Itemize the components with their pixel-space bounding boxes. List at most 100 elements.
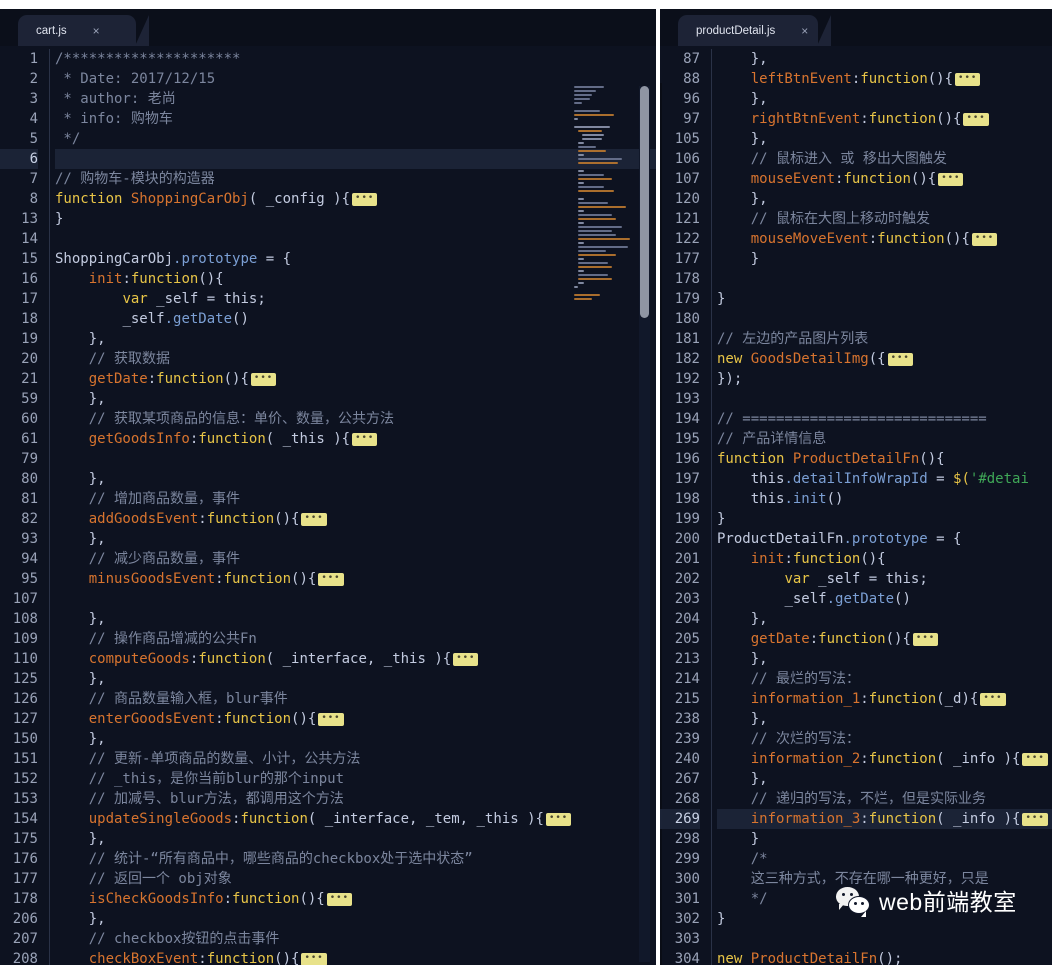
code-line[interactable]: }, — [55, 909, 656, 929]
code-line[interactable]: // 获取数据 — [55, 349, 656, 369]
code-line[interactable]: // 商品数量输入框，blur事件 — [55, 689, 656, 709]
code-line[interactable]: * Date: 2017/12/15 — [55, 69, 656, 89]
left-fold-rail[interactable] — [43, 49, 55, 965]
right-code-editor[interactable]: 87 88 96 97 105 106 107 120 121 122 177 178 179 180 18… — [660, 46, 1052, 965]
code-line[interactable]: var _self = this; — [55, 289, 656, 309]
code-line[interactable]: addGoodsEvent:function(){••• — [55, 509, 656, 529]
code-line[interactable]: } — [717, 509, 1052, 529]
code-fold-marker[interactable]: ••• — [887, 352, 913, 366]
code-line[interactable]: getDate:function(){••• — [55, 369, 656, 389]
code-line[interactable]: }, — [717, 129, 1052, 149]
code-line[interactable]: } — [55, 209, 656, 229]
code-line[interactable]: mouseEvent:function(){••• — [717, 169, 1052, 189]
code-fold-marker[interactable]: ••• — [912, 632, 939, 646]
code-line[interactable]: }, — [717, 49, 1052, 69]
code-fold-marker[interactable]: ••• — [352, 432, 378, 446]
code-minimap[interactable] — [572, 86, 634, 466]
code-fold-marker[interactable]: ••• — [301, 512, 327, 526]
code-fold-marker[interactable]: ••• — [326, 892, 353, 906]
code-line[interactable]: getDate:function(){••• — [717, 629, 1052, 649]
code-fold-marker[interactable]: ••• — [955, 72, 981, 86]
code-line[interactable]: // 递归的写法，不烂，但是实际业务 — [717, 789, 1052, 809]
code-line[interactable]: _self.getDate() — [717, 589, 1052, 609]
code-line[interactable]: // 次烂的写法： — [717, 729, 1052, 749]
code-line[interactable]: ProductDetailFn.prototype = { — [717, 529, 1052, 549]
code-line[interactable]: updateSingleGoods:function( _interface, … — [55, 809, 656, 829]
code-line[interactable]: ShoppingCarObj.prototype = { — [55, 249, 656, 269]
code-line[interactable]: mouseMoveEvent:function(){••• — [717, 229, 1052, 249]
tab-cart-js[interactable]: cart.js × — [18, 15, 149, 46]
code-line[interactable]: }, — [55, 389, 656, 409]
code-line[interactable]: // 增加商品数量，事件 — [55, 489, 656, 509]
code-line[interactable]: }, — [717, 189, 1052, 209]
code-line[interactable]: } — [717, 249, 1052, 269]
code-fold-marker[interactable]: ••• — [545, 812, 572, 826]
code-line[interactable]: init:function(){ — [55, 269, 656, 289]
code-line[interactable]: // 最烂的写法： — [717, 669, 1052, 689]
code-line[interactable]: }, — [55, 669, 656, 689]
code-line[interactable]: new GoodsDetailImg({••• — [717, 349, 1052, 369]
left-scrollbar-track[interactable] — [639, 86, 650, 962]
tab-productdetail-js[interactable]: productDetail.js × — [678, 15, 832, 46]
code-line[interactable]: this.detailInfoWrapId = $('#detai — [717, 469, 1052, 489]
code-line[interactable]: }, — [717, 649, 1052, 669]
code-line[interactable]: function ProductDetailFn(){ — [717, 449, 1052, 469]
code-line[interactable] — [717, 389, 1052, 409]
code-fold-marker[interactable]: ••• — [938, 172, 964, 186]
code-line[interactable]: // 更新-单项商品的数量、小计，公共方法 — [55, 749, 656, 769]
code-line[interactable] — [717, 269, 1052, 289]
code-fold-marker[interactable]: ••• — [318, 712, 344, 726]
code-line[interactable]: computeGoods:function( _interface, _this… — [55, 649, 656, 669]
code-line[interactable]: checkBoxEvent:function(){••• — [55, 949, 656, 965]
code-line[interactable]: * info: 购物车 — [55, 109, 656, 129]
code-fold-marker[interactable]: ••• — [971, 232, 998, 246]
code-line[interactable]: }, — [55, 729, 656, 749]
code-line[interactable]: /********************* — [55, 49, 656, 69]
left-code-editor[interactable]: 1 2 3 4 5 6 7 8 13 14 15 16 17 18 19 20 21 59 60 61 79 80 81 82… — [0, 46, 656, 965]
code-line[interactable] — [55, 149, 656, 169]
code-line[interactable]: // 统计-“所有商品中，哪些商品的checkbox处于选中状态” — [55, 849, 656, 869]
code-line[interactable]: var _self = this; — [717, 569, 1052, 589]
code-fold-marker[interactable]: ••• — [352, 192, 378, 206]
code-line[interactable]: }, — [55, 829, 656, 849]
code-fold-marker[interactable]: ••• — [453, 652, 479, 666]
code-line[interactable]: leftBtnEvent:function(){••• — [717, 69, 1052, 89]
code-fold-marker[interactable]: ••• — [963, 112, 989, 126]
code-line[interactable]: _self.getDate() — [55, 309, 656, 329]
right-source-code[interactable]: }, leftBtnEvent:function(){••• }, rightB… — [717, 49, 1052, 965]
right-fold-rail[interactable] — [705, 49, 717, 965]
close-icon[interactable]: × — [801, 25, 808, 37]
code-line[interactable]: }, — [717, 769, 1052, 789]
left-source-code[interactable]: /********************* * Date: 2017/12/1… — [55, 49, 656, 965]
code-line[interactable]: information_2:function( _info ){••• — [717, 749, 1052, 769]
code-line[interactable]: }, — [55, 529, 656, 549]
close-icon[interactable]: × — [93, 25, 100, 37]
code-line[interactable]: */ — [55, 129, 656, 149]
code-line[interactable]: // 产品详情信息 — [717, 429, 1052, 449]
code-line[interactable] — [55, 229, 656, 249]
code-fold-marker[interactable]: ••• — [1022, 752, 1048, 766]
code-fold-marker[interactable]: ••• — [980, 692, 1006, 706]
left-scrollbar-thumb[interactable] — [640, 86, 649, 318]
code-line[interactable]: // checkbox按钮的点击事件 — [55, 929, 656, 949]
code-line[interactable] — [55, 589, 656, 609]
code-line[interactable]: // 左边的产品图片列表 — [717, 329, 1052, 349]
code-line[interactable]: new ProductDetailFn(); — [717, 949, 1052, 965]
code-line[interactable]: /* — [717, 849, 1052, 869]
code-line[interactable]: this.init() — [717, 489, 1052, 509]
code-line[interactable]: // ============================= — [717, 409, 1052, 429]
code-line[interactable]: minusGoodsEvent:function(){••• — [55, 569, 656, 589]
code-line[interactable] — [717, 929, 1052, 949]
code-line[interactable]: enterGoodsEvent:function(){••• — [55, 709, 656, 729]
code-line[interactable]: }, — [717, 709, 1052, 729]
code-line[interactable]: // 操作商品增减的公共Fn — [55, 629, 656, 649]
code-fold-marker[interactable]: ••• — [301, 952, 327, 965]
code-line[interactable]: // 减少商品数量，事件 — [55, 549, 656, 569]
code-line[interactable]: rightBtnEvent:function(){••• — [717, 109, 1052, 129]
code-line[interactable]: }, — [55, 329, 656, 349]
code-line[interactable]: init:function(){ — [717, 549, 1052, 569]
code-line[interactable]: // 返回一个 obj对象 — [55, 869, 656, 889]
code-line[interactable]: // 获取某项商品的信息：单价、数量，公共方法 — [55, 409, 656, 429]
code-line[interactable]: function ShoppingCarObj( _config ){••• — [55, 189, 656, 209]
code-line[interactable] — [55, 449, 656, 469]
